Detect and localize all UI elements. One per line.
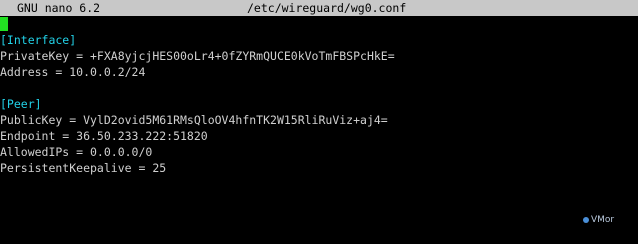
text-cursor: [0, 17, 8, 31]
editor-line[interactable]: PrivateKey = +FXA8yjcjHES00oLr4+0fZYRmQU…: [0, 48, 638, 64]
editor-line[interactable]: PublicKey = VylD2ovid5M61RMsQloOV4hfnTK2…: [0, 112, 638, 128]
app-name: GNU nano 6.2: [17, 1, 101, 15]
editor-line[interactable]: Address = 10.0.0.2/24: [0, 64, 638, 80]
watermark-text: VMor: [591, 215, 615, 225]
editor-line[interactable]: [Peer]: [0, 96, 638, 112]
watermark: VMor: [583, 215, 614, 225]
editor-line-blank[interactable]: [0, 80, 638, 96]
editor-buffer[interactable]: [Interface] PrivateKey = +FXA8yjcjHES00o…: [0, 32, 638, 176]
editor-line[interactable]: AllowedIPs = 0.0.0.0/0: [0, 144, 638, 160]
editor-line[interactable]: PersistentKeepalive = 25: [0, 160, 638, 176]
file-name: /etc/wireguard/wg0.conf: [247, 1, 407, 15]
editor-line[interactable]: Endpoint = 36.50.233.222:51820: [0, 128, 638, 144]
nano-title-bar: GNU nano 6.2 /etc/wireguard/wg0.conf: [0, 0, 638, 16]
editor-line[interactable]: [Interface]: [0, 32, 638, 48]
logo-dot-icon: [583, 217, 589, 223]
